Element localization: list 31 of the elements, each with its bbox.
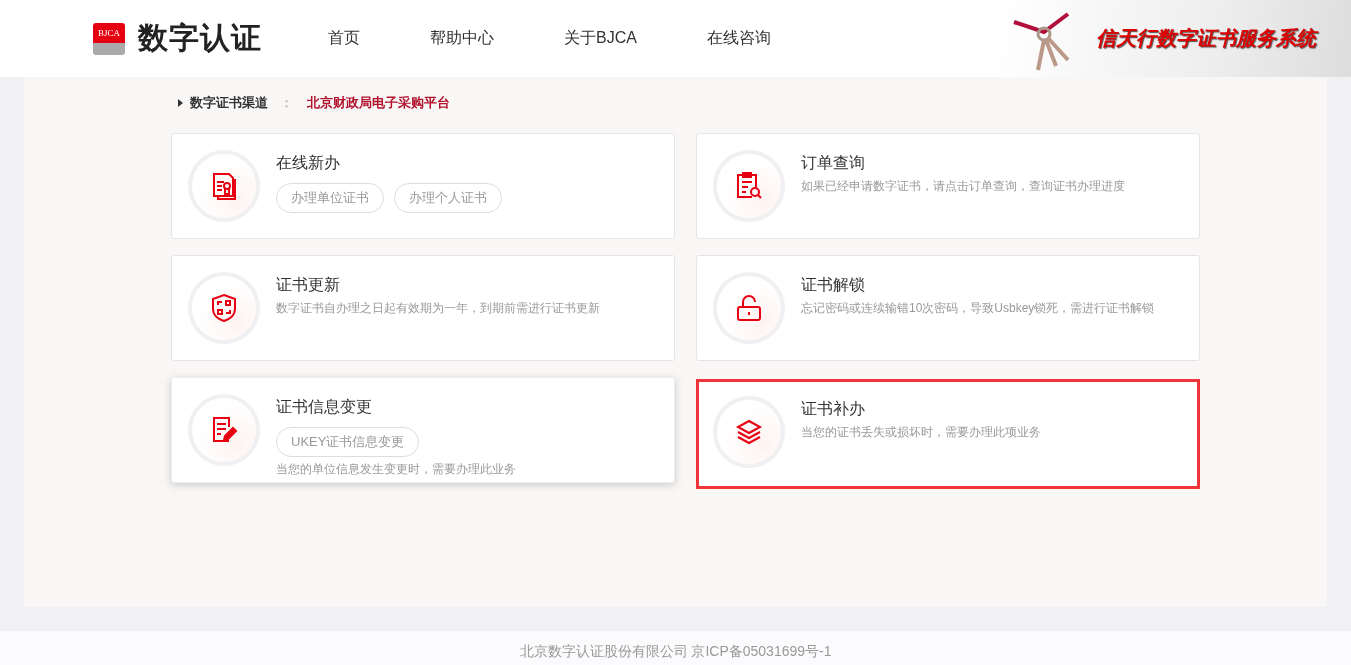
triangle-icon [178,99,183,107]
breadcrumb-value: 北京财政局电子采购平台 [307,94,450,112]
nav-link[interactable]: 在线咨询 [706,28,771,49]
nav-link[interactable]: 首页 [328,28,360,49]
card-title: 证书补办 [801,399,866,419]
card-description: 如果已经申请数字证书，请点击订单查询，查询证书办理进度 [801,178,1125,195]
footer-copyright: 北京数字认证股份有限公司 京ICP备05031699号-1 [519,643,832,661]
card-description: 当您的单位信息发生变更时，需要办理此业务 [276,461,516,478]
card-title: 证书解锁 [801,275,866,295]
card-description: 忘记密码或连续输错10次密码，导致Usbkey锁死，需进行证书解锁 [801,300,1155,317]
breadcrumb-separator: ： [280,94,293,112]
layers-icon [734,417,764,447]
card-description: 当您的证书丢失或损坏时，需要办理此项业务 [801,424,1041,441]
card-title: 证书信息变更 [276,397,373,417]
card-description: 数字证书自办理之日起有效期为一年，到期前需进行证书更新 [276,300,600,317]
service-card[interactable]: 订单查询 如果已经申请数字证书，请点击订单查询，查询证书办理进度 [696,133,1200,239]
card-title: 在线新办 [276,153,341,173]
logo-badge: BJCA [93,22,125,55]
shield-arrows-icon [209,293,239,323]
card-title: 证书更新 [276,275,341,295]
service-card[interactable]: 证书信息变更 UKEY证书信息变更 当您的单位信息发生变更时，需要办理此业务 [171,377,675,483]
nav-link[interactable]: 帮助中心 [430,28,494,49]
unlocked-padlock-icon [734,293,764,323]
service-card[interactable]: 证书补办 当您的证书丢失或损坏时，需要办理此项业务 [696,379,1200,489]
logo-text: 数字认证 [138,20,262,56]
clipboard-search-icon [734,171,764,201]
card-title: 订单查询 [801,153,866,173]
service-card[interactable]: 证书解锁 忘记密码或连续输错10次密码，导致Usbkey锁死，需进行证书解锁 [696,255,1200,361]
service-card[interactable]: 证书更新 数字证书自办理之日起有效期为一年，到期前需进行证书更新 [171,255,675,361]
nav-link[interactable]: 关于BJCA [564,28,637,49]
breadcrumb-label: 数字证书渠道 [190,94,268,112]
